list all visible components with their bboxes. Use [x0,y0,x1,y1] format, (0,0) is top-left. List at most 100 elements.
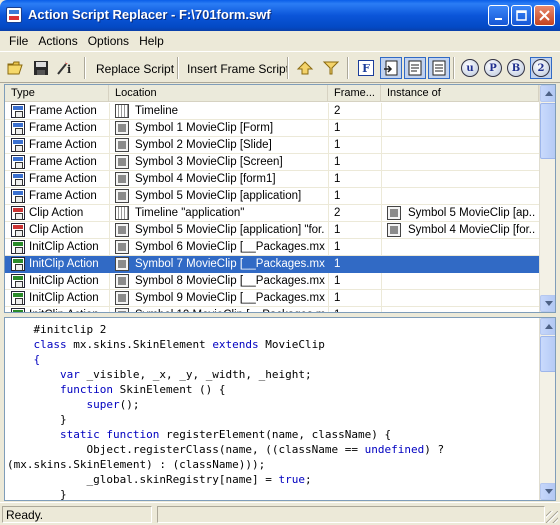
minimize-button[interactable] [488,5,509,26]
save-icon [34,61,48,75]
code-token: Object.registerClass(name, ((className =… [7,443,365,456]
code-token: ) ? [424,443,445,456]
code-scrollbar[interactable] [539,318,555,500]
list-scroll-thumb[interactable] [540,103,555,159]
menu-bar: File Actions Options Help [0,31,560,52]
f-button[interactable]: F [355,57,377,79]
cell-type: InitClip Action [29,258,99,270]
scroll-up-button[interactable] [540,85,555,102]
b-button[interactable]: B [505,57,527,79]
cell-frame: 1 [334,241,341,253]
cell-instance-of [408,188,536,205]
filter-button[interactable] [320,57,342,79]
cell-type: Frame Action [29,156,97,168]
code-token: mx.skins.SkinElement [66,338,213,351]
code-token: } [7,488,67,501]
code-token: } [7,413,67,426]
code-line: function SkinElement () { [7,382,537,397]
menu-file[interactable]: File [4,34,33,48]
wizard-button[interactable]: i [54,57,76,79]
table-row[interactable]: Clip Action Symbol 5 MovieClip [applicati… [5,222,539,239]
app-icon [6,7,22,23]
code-scroll-down-button[interactable] [540,483,555,500]
move-up-button[interactable] [294,57,316,79]
column-type[interactable]: Type [5,85,109,102]
table-row[interactable]: InitClip Action Symbol 9 MovieClip [__Pac… [5,290,539,307]
code-keyword: extends [212,338,259,351]
grid-line [109,290,110,307]
table-row[interactable]: InitClip Action Symbol 7 MovieClip [__Pac… [5,256,539,273]
u-button[interactable]: u [459,57,481,79]
scroll-down-button[interactable] [540,295,555,312]
grid-line [109,273,110,290]
table-row[interactable]: Frame Action Timeline 2 [5,103,539,120]
init-action-icon [11,240,25,254]
init-action-icon [11,291,25,305]
table-row[interactable]: Frame Action Symbol 3 MovieClip [Screen] 1 [5,154,539,171]
script-page-button[interactable] [428,57,450,79]
cell-location: Symbol 4 MovieClip [form1] [135,173,276,185]
column-instance-of[interactable]: Instance of [381,85,539,102]
cell-instance-of [408,290,536,307]
column-frame[interactable]: Frame... [328,85,381,102]
grid-line [109,205,110,222]
code-line: Object.registerClass(name, ((className =… [7,442,537,457]
grid-line [109,188,110,205]
script-in-button[interactable] [380,57,402,79]
code-line: class mx.skins.SkinElement extends Movie… [7,337,537,352]
replace-script-button[interactable]: Replace Script [92,58,178,79]
table-row[interactable]: InitClip Action Symbol 6 MovieClip [__Pac… [5,239,539,256]
grid-line [328,120,329,137]
movieclip-icon [115,223,129,237]
insert-frame-script-button[interactable]: Insert Frame Script [183,58,293,79]
grid-line [109,103,110,120]
code-line: #initclip 2 [7,322,537,337]
script-doc-icon [408,60,422,76]
cell-instance-of [408,103,536,120]
table-row[interactable]: Frame Action Symbol 2 MovieClip [Slide] 1 [5,137,539,154]
code-line: } [7,487,537,501]
code-text[interactable]: #initclip 2 class mx.skins.SkinElement e… [7,322,537,501]
menu-options[interactable]: Options [83,34,134,48]
movieclip-icon [115,240,129,254]
toolbar-separator [347,57,349,79]
table-row[interactable]: Frame Action Symbol 5 MovieClip [applicat… [5,188,539,205]
clip-action-icon [11,206,25,220]
movieclip-icon [387,223,401,237]
table-row[interactable]: InitClip Action Symbol 8 MovieClip [__Pac… [5,273,539,290]
toolbar-separator [84,57,86,79]
cell-location: Symbol 6 MovieClip [__Packages.mx.... [135,241,325,253]
script-doc-button[interactable] [404,57,426,79]
list-scrollbar[interactable] [539,85,555,312]
code-scroll-up-button[interactable] [540,318,555,335]
open-folder-button[interactable] [5,57,27,79]
toolbar: i Replace Script Insert Frame Script F u… [0,52,560,83]
magic-wand-icon: i [57,61,71,76]
resize-grip-icon[interactable] [546,511,558,523]
title-bar[interactable]: Action Script Replacer - F:\701form.swf [0,0,560,31]
code-editor[interactable]: #initclip 2 class mx.skins.SkinElement e… [4,317,556,501]
save-button[interactable] [30,57,52,79]
close-button[interactable] [534,5,555,26]
column-location[interactable]: Location [109,85,328,102]
cell-instance-of [408,154,536,171]
menu-help[interactable]: Help [134,34,169,48]
code-token: (); [119,398,140,411]
code-token: SkinElement () { [112,383,226,396]
grid-line [328,137,329,154]
table-row[interactable]: Frame Action Symbol 1 MovieClip [Form] 1 [5,120,539,137]
maximize-button[interactable] [511,5,532,26]
menu-actions[interactable]: Actions [33,34,82,48]
cell-instance-of [408,256,536,273]
table-row[interactable]: Clip Action Timeline "application" 2 Symbol… [5,205,539,222]
cell-frame: 1 [334,156,341,168]
grid-line [328,154,329,171]
movieclip-icon [115,189,129,203]
version-2-button[interactable]: 2 [530,57,552,79]
p-button[interactable]: P [482,57,504,79]
table-row[interactable]: Frame Action Symbol 4 MovieClip [form1] 1 [5,171,539,188]
grid-line [381,273,382,290]
init-action-icon [11,257,25,271]
cell-type: Frame Action [29,190,97,202]
code-scroll-thumb[interactable] [540,336,555,372]
